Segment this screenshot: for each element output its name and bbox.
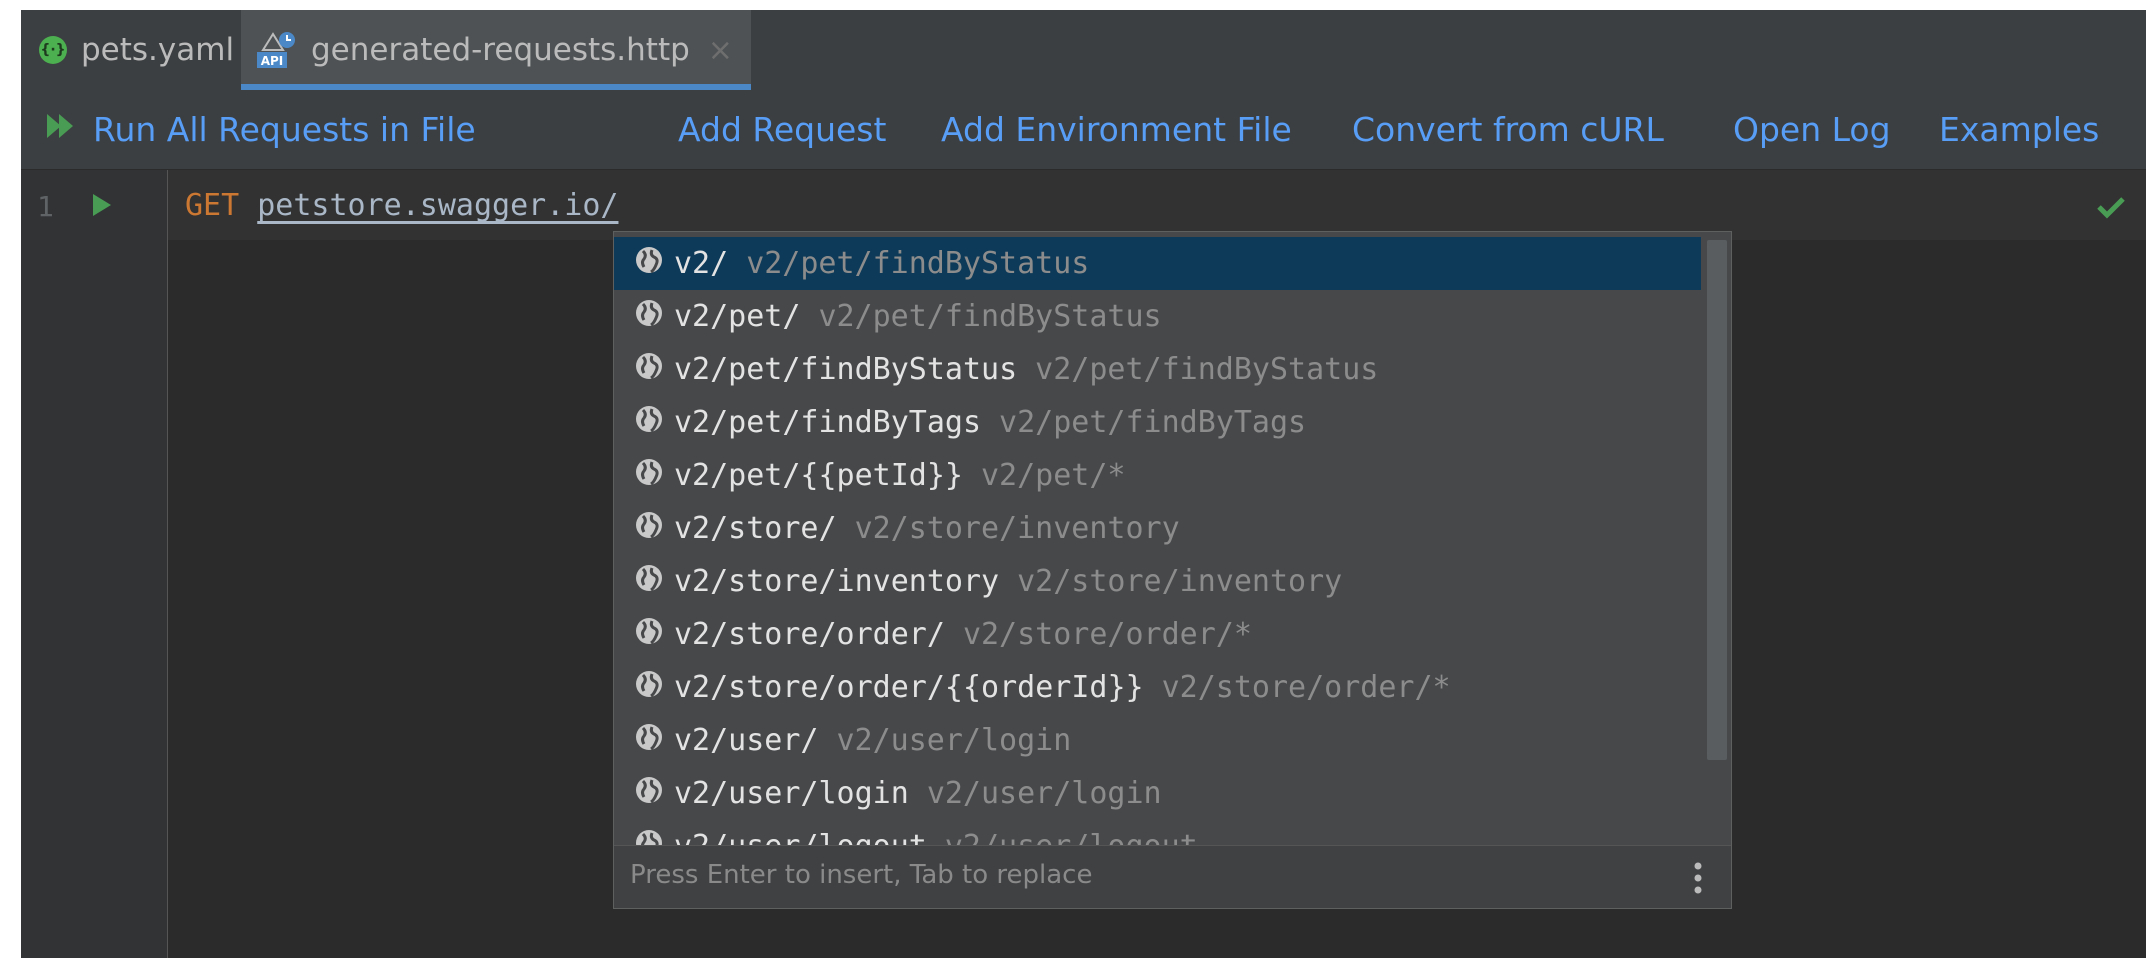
- run-all-label: Run All Requests in File: [93, 110, 476, 149]
- completion-list: v2/v2/pet/findByStatus v2/pet/v2/pet/fin…: [614, 232, 1731, 846]
- tab-label: pets.yaml: [81, 32, 235, 68]
- completion-hint: v2/pet/*: [980, 458, 1126, 493]
- completion-popup: v2/v2/pet/findByStatus v2/pet/v2/pet/fin…: [613, 231, 1732, 909]
- completion-label: v2/user/logout: [674, 829, 927, 846]
- completion-label: v2/: [674, 246, 729, 281]
- globe-icon: [634, 457, 664, 495]
- completion-label: v2/store/order/{{orderId}}: [674, 670, 1144, 705]
- convert-from-curl-button[interactable]: Convert from cURL: [1352, 90, 1664, 169]
- globe-icon: [634, 669, 664, 707]
- completion-hint: v2/store/order/*: [962, 617, 1252, 652]
- completion-label: v2/pet/: [674, 299, 801, 334]
- completion-hint-text: Press Enter to insert, Tab to replace: [630, 860, 1093, 890]
- completion-hint: v2/pet/findByStatus: [746, 246, 1090, 281]
- add-request-button[interactable]: Add Request: [678, 90, 886, 169]
- run-all-icon: [45, 110, 79, 149]
- completion-hint: v2/pet/findByTags: [999, 405, 1307, 440]
- completion-item[interactable]: v2/user/login v2/user/login: [614, 767, 1701, 820]
- http-method: GET: [185, 188, 240, 223]
- completion-item[interactable]: v2/pet/findByTags v2/pet/findByTags: [614, 396, 1701, 449]
- globe-icon: [634, 298, 664, 336]
- globe-icon: [634, 828, 664, 846]
- globe-icon: [634, 510, 664, 548]
- completion-item[interactable]: v2/pet/{{petId}} v2/pet/*: [614, 449, 1701, 502]
- completion-label: v2/store/: [674, 511, 837, 546]
- globe-icon: [634, 775, 664, 813]
- completion-label: v2/pet/findByStatus: [674, 352, 1018, 387]
- examples-button[interactable]: Examples: [1939, 90, 2099, 169]
- completion-hint: v2/store/order/*: [1161, 670, 1451, 705]
- completion-item[interactable]: v2/user/logout v2/user/logout: [614, 820, 1701, 846]
- request-url[interactable]: petstore.swagger.io/: [257, 188, 618, 223]
- svg-text:API: API: [261, 54, 284, 68]
- globe-icon: [634, 351, 664, 389]
- completion-item[interactable]: v2/v2/pet/findByStatus: [614, 237, 1701, 290]
- close-icon[interactable]: ×: [708, 33, 733, 68]
- openapi-icon: {·}: [39, 36, 67, 64]
- completion-label: v2/store/order/: [674, 617, 945, 652]
- completion-item[interactable]: v2/store/inventory v2/store/inventory: [614, 555, 1701, 608]
- completion-hint: v2/pet/findByStatus: [1035, 352, 1379, 387]
- completion-hint: v2/store/inventory: [854, 511, 1180, 546]
- completion-item[interactable]: v2/store/v2/store/inventory: [614, 502, 1701, 555]
- globe-icon: [634, 616, 664, 654]
- editor-gutter: 1: [21, 170, 168, 958]
- completion-item[interactable]: v2/store/order/{{orderId}} v2/store/order…: [614, 661, 1701, 714]
- globe-icon: [634, 245, 664, 283]
- completion-hint: v2/user/login: [836, 723, 1072, 758]
- request-line[interactable]: GET petstore.swagger.io/: [185, 188, 618, 223]
- api-icon: API: [255, 30, 301, 70]
- run-all-button[interactable]: Run All Requests in File: [45, 90, 476, 169]
- completion-hint: v2/pet/findByStatus: [818, 299, 1162, 334]
- completion-scrollbar[interactable]: [1707, 240, 1727, 760]
- completion-hint: v2/user/logout: [945, 829, 1198, 846]
- more-options-icon[interactable]: [1693, 862, 1703, 898]
- http-client-toolbar: Run All Requests in File Add Request Add…: [21, 90, 2146, 170]
- completion-hint: v2/store/inventory: [1017, 564, 1343, 599]
- completion-label: v2/pet/findByTags: [674, 405, 982, 440]
- checkmark-icon: [2096, 195, 2126, 223]
- completion-label: v2/user/: [674, 723, 819, 758]
- completion-label: v2/pet/{{petId}}: [674, 458, 963, 493]
- completion-item[interactable]: v2/store/order/v2/store/order/*: [614, 608, 1701, 661]
- open-log-button[interactable]: Open Log: [1733, 90, 1891, 169]
- completion-label: v2/user/login: [674, 776, 909, 811]
- completion-item[interactable]: v2/pet/v2/pet/findByStatus: [614, 290, 1701, 343]
- line-number: 1: [37, 190, 54, 223]
- globe-icon: [634, 404, 664, 442]
- add-environment-file-button[interactable]: Add Environment File: [941, 90, 1292, 169]
- globe-icon: [634, 722, 664, 760]
- globe-icon: [634, 563, 664, 601]
- editor-tab-bar: {·} pets.yaml × API generated-requests.h…: [21, 10, 2146, 91]
- tab-label: generated-requests.http: [311, 32, 690, 68]
- completion-footer: Press Enter to insert, Tab to replace: [614, 845, 1731, 908]
- completion-hint: v2/user/login: [926, 776, 1162, 811]
- run-request-icon[interactable]: [91, 192, 113, 222]
- completion-item[interactable]: v2/user/v2/user/login: [614, 714, 1701, 767]
- completion-label: v2/store/inventory: [674, 564, 1000, 599]
- tab-generated-requests[interactable]: API generated-requests.http ×: [241, 10, 751, 90]
- completion-item[interactable]: v2/pet/findByStatus v2/pet/findByStatus: [614, 343, 1701, 396]
- ide-window: {·} pets.yaml × API generated-requests.h…: [21, 10, 2146, 958]
